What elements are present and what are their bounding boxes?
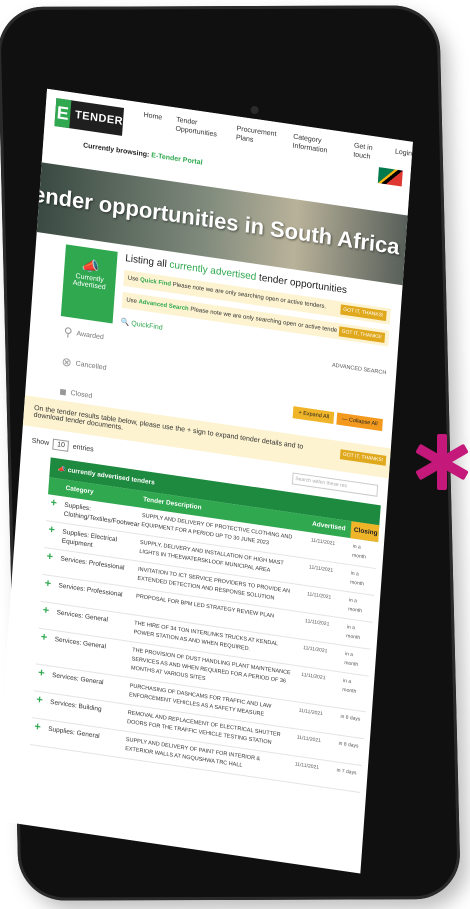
cell-advertised: 11/11/2021: [301, 671, 326, 682]
tablet-screen: E TENDER Home Tender Opportunities Procu…: [0, 88, 413, 874]
cell-closing: in a month: [351, 543, 367, 561]
quickfind-label: QuickFind: [131, 320, 163, 332]
sidebar-item-label: Cancelled: [75, 359, 107, 372]
got-it-button[interactable]: GOT IT, THANKS!: [339, 304, 387, 322]
cell-closing: in 7 days: [336, 767, 357, 777]
site-logo[interactable]: E TENDER: [54, 98, 125, 136]
nav-login[interactable]: Login: [394, 147, 413, 167]
cell-closing: in a month: [347, 597, 363, 615]
lock-icon: ■: [58, 384, 68, 400]
breadcrumb: Currently browsing: E-Tender Portal: [83, 142, 203, 166]
cell-closing: in 8 days: [340, 713, 361, 723]
logo-text: TENDER: [74, 108, 124, 128]
breadcrumb-label: Currently browsing:: [82, 142, 150, 159]
south-africa-flag-icon: [377, 167, 403, 187]
entries-label: entries: [72, 443, 94, 454]
cell-closing: in a month: [344, 651, 359, 668]
cell-closing: in a month: [346, 624, 361, 642]
got-it-button[interactable]: GOT IT, THANKS!: [339, 449, 387, 466]
search-icon: 🔍: [120, 318, 130, 327]
award-icon: ⚲: [63, 324, 73, 340]
hint-prefix: Use: [126, 297, 139, 306]
expand-controls: + Expand All — Collapse All: [293, 406, 383, 432]
nav-tender-opportunities[interactable]: Tender Opportunities: [175, 116, 223, 141]
cancel-icon: ⊗: [61, 354, 73, 370]
expand-column-header: [48, 477, 63, 496]
cell-closing: in 8 days: [338, 740, 359, 750]
status-sidebar: 📣 Currently Advertised ⚲ Awarded ⊗ Cance…: [54, 244, 118, 413]
title-prefix: Listing all: [124, 253, 170, 271]
advanced-search-hint-link[interactable]: Advanced Search: [138, 299, 188, 312]
sidebar-item-label: Closed: [70, 389, 93, 400]
tenders-table: 📣 currently advertised tenders Category …: [30, 457, 381, 794]
breadcrumb-portal-link[interactable]: E-Tender Portal: [151, 152, 203, 166]
cell-closing: in a month: [349, 570, 365, 588]
asterisk-icon: [415, 434, 469, 490]
megaphone-icon: 📣: [57, 465, 67, 474]
got-it-button[interactable]: GOT IT, THANKS!: [338, 326, 386, 343]
sidebar-item-currently-advertised[interactable]: 📣 Currently Advertised: [60, 244, 118, 324]
nav-home[interactable]: Home: [143, 111, 163, 132]
nav-get-in-touch[interactable]: Get in touch: [353, 141, 381, 163]
show-label: Show: [31, 437, 50, 447]
sidebar-item-label: Currently Advertised: [72, 272, 106, 292]
sidebar-item-label: Awarded: [76, 329, 105, 341]
logo-mark: E: [54, 98, 72, 129]
page-length-control: Show 10 entries: [32, 437, 94, 453]
table-search-input[interactable]: Search within these res: [291, 472, 379, 497]
tablet-frame: E TENDER Home Tender Opportunities Procu…: [0, 5, 461, 901]
entries-select[interactable]: 10: [52, 438, 70, 452]
nav-procurement-plans[interactable]: Procurement Plans: [236, 124, 280, 148]
cell-closing: in a month: [342, 677, 357, 695]
cell-advertised: 11/11/2021: [294, 761, 320, 771]
nav-category-information[interactable]: Category Information: [292, 133, 340, 158]
expand-all-button[interactable]: + Expand All: [293, 406, 335, 425]
camera-dot: [250, 105, 259, 114]
table-body: + Supplies: Clothing/Textiles/Footwear SUP…: [30, 494, 379, 794]
quickfind-hint-link[interactable]: Quick Find: [140, 277, 171, 287]
hint-prefix: Use: [127, 275, 141, 284]
collapse-all-button[interactable]: — Collapse All: [336, 412, 383, 432]
